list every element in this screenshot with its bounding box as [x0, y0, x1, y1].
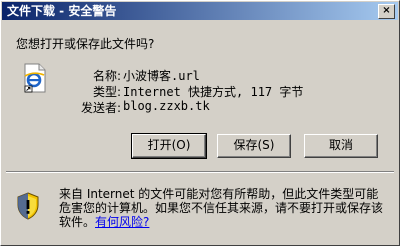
close-button[interactable]: × — [378, 4, 395, 19]
file-from-value: blog.zzxb.tk — [123, 99, 210, 113]
risk-link[interactable]: 有何风险? — [95, 215, 149, 229]
ie-shortcut-icon — [24, 63, 46, 93]
file-type-row: 类型: Internet 快捷方式, 117 字节 — [75, 83, 375, 99]
file-from-row: 发送者: blog.zzxb.tk — [75, 99, 375, 115]
window-title: 文件下载 - 安全警告 — [7, 4, 117, 18]
file-name-row: 名称: 小波博客.url — [75, 67, 375, 83]
file-type-label: 类型: — [92, 85, 121, 99]
open-button[interactable]: 打开(O) — [131, 133, 207, 159]
file-type-value: Internet 快捷方式, 117 字节 — [123, 85, 304, 99]
separator — [6, 171, 394, 173]
cancel-button[interactable]: 取消 — [304, 134, 378, 158]
save-button[interactable]: 保存(S) — [217, 134, 291, 158]
security-warning: 来自 Internet 的文件可能对您有所帮助，但此文件类型可能危害您的计算机。… — [59, 187, 389, 229]
file-from-label: 发送者: — [80, 101, 121, 115]
file-name-label: 名称: — [92, 69, 121, 83]
title-bar[interactable]: 文件下载 - 安全警告 × — [2, 2, 398, 20]
close-icon: × — [382, 5, 391, 16]
download-question: 您想打开或保存此文件吗? — [16, 37, 155, 51]
file-download-dialog: 文件下载 - 安全警告 × 您想打开或保存此文件吗? 名称: 小波博客.url … — [0, 0, 400, 246]
file-name-value: 小波博客.url — [123, 69, 200, 83]
shield-warning-icon — [17, 192, 39, 220]
